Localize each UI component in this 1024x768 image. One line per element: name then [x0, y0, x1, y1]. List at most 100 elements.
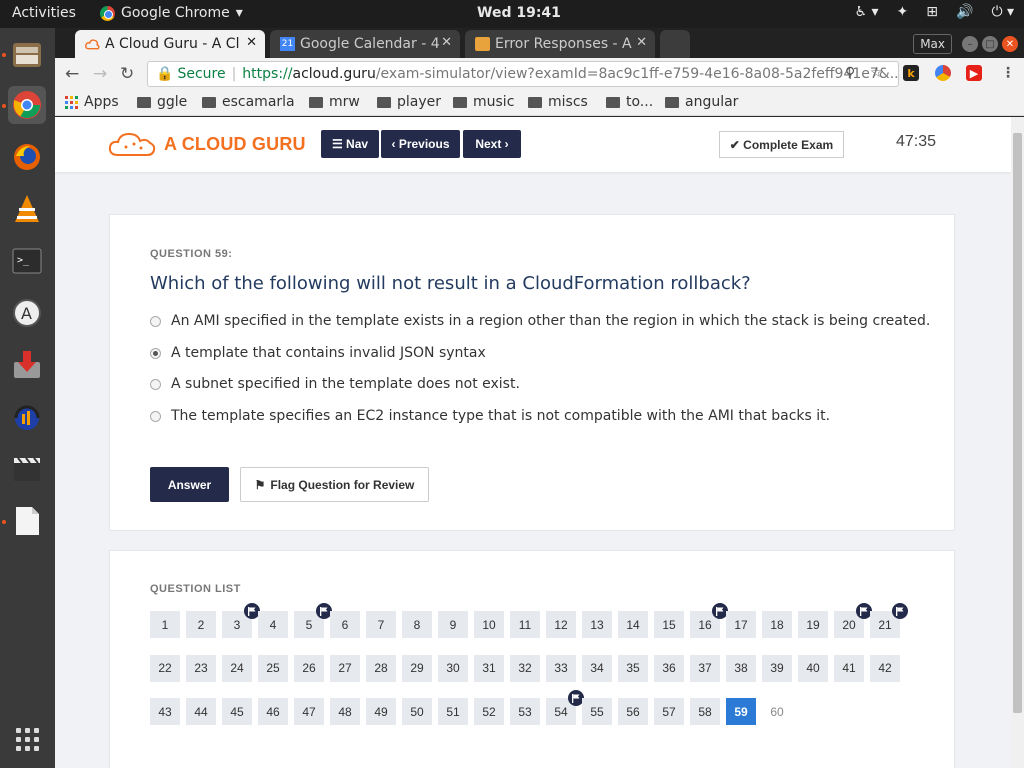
software-updater-icon[interactable]: A	[8, 294, 46, 332]
back-icon[interactable]: ←	[65, 64, 79, 84]
question-list-item-31[interactable]: 31	[474, 654, 504, 682]
question-list-item-58[interactable]: 58	[690, 698, 720, 725]
question-list-item-7[interactable]: 7	[366, 611, 396, 638]
question-list-item-47[interactable]: 47	[294, 698, 324, 725]
vlc-icon[interactable]	[8, 190, 46, 228]
answer-button[interactable]: Answer	[150, 467, 229, 502]
zoom-icon[interactable]: ⚲	[845, 65, 855, 81]
question-list-item-28[interactable]: 28	[366, 654, 396, 682]
radio-button-selected[interactable]	[150, 347, 161, 359]
radio-button[interactable]	[150, 315, 161, 327]
question-list-item-56[interactable]: 56	[618, 698, 648, 725]
question-list-item-12[interactable]: 12	[546, 611, 576, 638]
question-list-item-44[interactable]: 44	[186, 698, 216, 725]
question-list-item-53[interactable]: 53	[510, 698, 540, 725]
bookmark-folder-escamarla[interactable]: escamarla	[202, 94, 295, 110]
files-icon[interactable]	[8, 36, 46, 74]
question-list-item-32[interactable]: 32	[510, 654, 540, 682]
clock[interactable]: Wed 19:41	[477, 5, 561, 21]
question-list-item-19[interactable]: 19	[798, 611, 828, 638]
question-list-item-39[interactable]: 39	[762, 654, 792, 682]
network-icon[interactable]: ⊞	[926, 4, 938, 20]
question-list-item-54[interactable]: 54	[546, 690, 584, 725]
question-list-item-21[interactable]: 21	[870, 603, 908, 638]
question-list-item-50[interactable]: 50	[402, 698, 432, 725]
question-list-item-37[interactable]: 37	[690, 654, 720, 682]
bookmark-folder-ggle[interactable]: ggle	[137, 94, 187, 110]
question-list-item-4[interactable]: 4	[258, 611, 288, 638]
question-list-item-49[interactable]: 49	[366, 698, 396, 725]
close-icon[interactable]: ✕	[441, 35, 452, 50]
question-list-item-27[interactable]: 27	[330, 654, 360, 682]
question-list-item-17[interactable]: 17	[726, 611, 756, 638]
question-list-item-23[interactable]: 23	[186, 654, 216, 682]
bookmark-folder-player[interactable]: player	[377, 94, 441, 110]
question-list-item-29[interactable]: 29	[402, 654, 432, 682]
chrome-icon[interactable]	[8, 86, 46, 124]
question-list-item-18[interactable]: 18	[762, 611, 792, 638]
question-list-item-38[interactable]: 38	[726, 654, 756, 682]
question-list-item-26[interactable]: 26	[294, 654, 324, 682]
maximize-icon[interactable]: □	[982, 36, 998, 52]
question-list-item-20[interactable]: 20	[834, 603, 872, 638]
extension-youtube-icon[interactable]: ▶	[966, 65, 982, 81]
question-list-item-8[interactable]: 8	[402, 611, 432, 638]
answer-option-2[interactable]: A template that contains invalid JSON sy…	[150, 345, 486, 361]
audacity-icon[interactable]	[8, 398, 46, 436]
question-list-item-2[interactable]: 2	[186, 611, 216, 638]
bookmark-folder-angular[interactable]: angular	[665, 94, 738, 110]
question-list-item-10[interactable]: 10	[474, 611, 504, 638]
question-list-item-48[interactable]: 48	[330, 698, 360, 725]
firefox-icon[interactable]	[8, 138, 46, 176]
question-list-item-43[interactable]: 43	[150, 698, 180, 725]
logo[interactable]: A CLOUD GURU	[108, 131, 306, 157]
tab-google-calendar[interactable]: 21 Google Calendar - 4 ✕	[270, 30, 460, 58]
bookmark-apps[interactable]: Apps	[65, 94, 119, 110]
answer-option-1[interactable]: An AMI specified in the template exists …	[150, 313, 930, 329]
system-tray[interactable]: ♿ ▾ ✦ ⊞ 🔊 ⏻ ▾	[855, 4, 1015, 20]
close-window-icon[interactable]: ✕	[1002, 36, 1018, 52]
minimize-icon[interactable]: –	[962, 36, 978, 52]
question-list-item-9[interactable]: 9	[438, 611, 468, 638]
question-list-item-60[interactable]: 60	[762, 698, 792, 725]
question-list-item-11[interactable]: 11	[510, 611, 540, 638]
question-list-item-34[interactable]: 34	[582, 654, 612, 682]
tab-acloudguru[interactable]: A Cloud Guru - A Cl ✕	[75, 30, 265, 58]
question-list-item-24[interactable]: 24	[222, 654, 252, 682]
bookmark-folder-music[interactable]: music	[453, 94, 514, 110]
forward-icon[interactable]: →	[93, 64, 107, 84]
page-scrollbar[interactable]	[1011, 117, 1024, 768]
question-list-item-16[interactable]: 16	[690, 603, 728, 638]
document-icon[interactable]	[8, 502, 46, 540]
question-list-item-41[interactable]: 41	[834, 654, 864, 682]
power-icon[interactable]: ⏻ ▾	[991, 4, 1014, 20]
question-list-item-22[interactable]: 22	[150, 654, 180, 682]
downloader-icon[interactable]	[8, 346, 46, 384]
video-editor-icon[interactable]	[8, 450, 46, 488]
complete-exam-button[interactable]: ✔ Complete Exam	[719, 131, 844, 158]
bookmark-folder-miscs[interactable]: miscs	[528, 94, 588, 110]
activities-button[interactable]: Activities	[12, 5, 76, 21]
question-list-item-57[interactable]: 57	[654, 698, 684, 725]
tab-error-responses[interactable]: Error Responses - A ✕	[465, 30, 655, 58]
bookmark-folder-to[interactable]: to...	[606, 94, 653, 110]
question-list-item-6[interactable]: 6	[330, 611, 360, 638]
question-list-item-46[interactable]: 46	[258, 698, 288, 725]
question-list-item-25[interactable]: 25	[258, 654, 288, 682]
question-list-item-55[interactable]: 55	[582, 698, 612, 725]
question-list-item-15[interactable]: 15	[654, 611, 684, 638]
app-menu[interactable]: Google Chrome ▾	[100, 5, 243, 21]
flag-for-review-button[interactable]: ⚑ Flag Question for Review	[240, 467, 429, 502]
question-list-item-45[interactable]: 45	[222, 698, 252, 725]
question-list-item-14[interactable]: 14	[618, 611, 648, 638]
question-list-item-52[interactable]: 52	[474, 698, 504, 725]
show-applications-icon[interactable]	[16, 728, 39, 751]
terminal-icon[interactable]: >_	[8, 242, 46, 280]
bookmark-folder-mrw[interactable]: mrw	[309, 94, 360, 110]
question-list-item-51[interactable]: 51	[438, 698, 468, 725]
bookmark-star-icon[interactable]: ☆	[870, 65, 883, 81]
extension-k-icon[interactable]: k	[903, 65, 919, 81]
dropbox-icon[interactable]: ✦	[897, 4, 909, 20]
close-icon[interactable]: ✕	[246, 35, 257, 50]
nav-button[interactable]: ☰ Nav	[321, 130, 379, 158]
